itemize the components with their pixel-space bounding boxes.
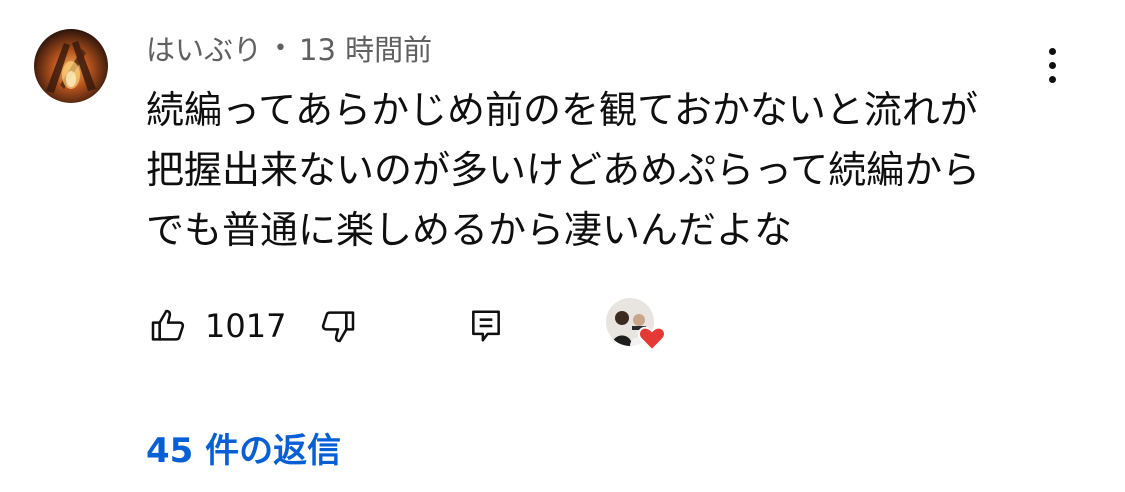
heart-icon <box>637 326 667 352</box>
creator-heart-badge <box>606 298 670 356</box>
like-count: 1017 <box>205 307 287 345</box>
reply-button[interactable] <box>464 302 508 350</box>
comment-text: 続編ってあらかじめ前のを観ておかないと流れが 把握出来ないのが多いけどあめぷらっ… <box>146 80 1026 260</box>
like-button[interactable] <box>146 302 190 350</box>
meta-separator: • <box>274 35 287 61</box>
view-replies-link[interactable]: 45 件の返信 <box>146 428 341 474</box>
more-vertical-icon[interactable] <box>1030 40 1074 90</box>
author-name[interactable]: はいぶり <box>146 27 262 69</box>
reply-comment-icon <box>472 310 500 342</box>
thumbs-up-icon <box>151 309 185 341</box>
comment-line: 把握出来ないのが多いけどあめぷらって続編から <box>146 148 981 192</box>
comment-line: 続編ってあらかじめ前のを観ておかないと流れが <box>146 88 978 132</box>
comment-line: でも普通に楽しめるから凄いんだよな <box>146 208 793 252</box>
author-avatar[interactable] <box>34 29 108 103</box>
comment-timestamp[interactable]: 13 時間前 <box>299 27 432 69</box>
comment-header: はいぶり • 13 時間前 <box>146 26 432 70</box>
dislike-button[interactable] <box>316 302 360 350</box>
thumbs-down-icon <box>321 311 355 343</box>
